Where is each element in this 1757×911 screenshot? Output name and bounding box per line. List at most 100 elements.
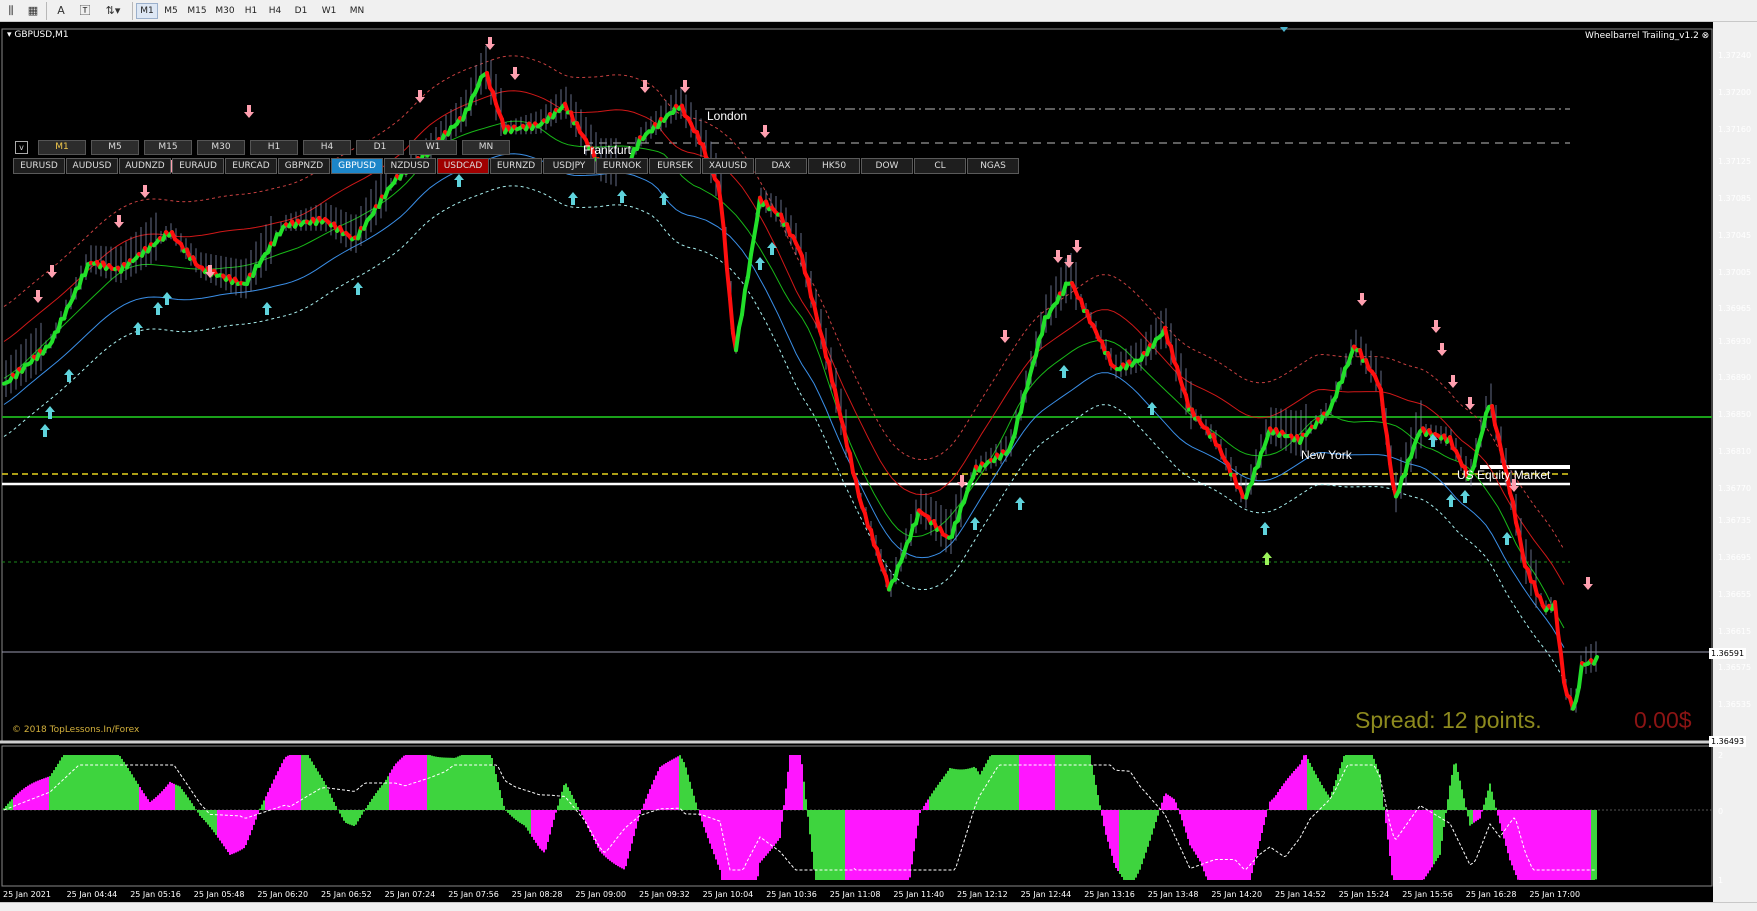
toolbar-tf-h1[interactable]: H1	[240, 3, 262, 19]
symbol-button-nzdusd[interactable]: NZDUSD	[384, 158, 436, 174]
trend-segment	[812, 302, 819, 321]
trend-segment	[806, 277, 813, 299]
low-price-tag: 1.36493	[1709, 736, 1747, 747]
symbol-button-gbpusd[interactable]: GBPUSD	[331, 158, 383, 174]
session-label-us-equity: US Equity Market	[1457, 468, 1551, 482]
time-tick: 25 Jan 14:20	[1211, 890, 1263, 899]
buy-arrow-icon	[617, 190, 627, 203]
toolbar-tf-d1[interactable]: D1	[288, 3, 314, 19]
symbol-button-hk50[interactable]: HK50	[808, 158, 860, 174]
trend-segment	[722, 229, 729, 272]
panel-tf-m1[interactable]: M1	[38, 140, 86, 155]
sell-arrow-icon	[1583, 577, 1593, 590]
buy-arrow-icon	[262, 302, 272, 315]
trend-segment	[1490, 404, 1497, 427]
price-tick: 1.37085	[1718, 194, 1752, 203]
buy-arrow-icon	[1260, 522, 1270, 535]
sell-arrow-icon	[244, 105, 254, 118]
symbol-button-eurnzd[interactable]: EURNZD	[490, 158, 542, 174]
buy-arrow-icon	[1015, 497, 1025, 510]
symbol-button-eurcad[interactable]: EURCAD	[225, 158, 277, 174]
lower-band	[3, 153, 1565, 648]
text-label-icon[interactable]: 🅃	[76, 3, 94, 19]
panel-tf-mn[interactable]: MN	[462, 140, 510, 155]
buy-arrow-icon	[133, 322, 143, 335]
toolbar-tf-w1[interactable]: W1	[316, 3, 342, 19]
chart-bars-icon[interactable]: ⫼	[2, 3, 20, 19]
buy-arrow-icon	[970, 517, 980, 530]
arrows-icon[interactable]: ⇅▾	[100, 3, 126, 19]
panel-toggle-button[interactable]: v	[15, 141, 28, 154]
symbol-button-euraud[interactable]: EURAUD	[172, 158, 224, 174]
trend-segment	[1577, 661, 1584, 689]
buy-arrow-icon	[767, 242, 777, 255]
time-tick: 25 Jan 09:32	[639, 890, 690, 899]
price-tick: 1.37125	[1718, 157, 1752, 166]
time-tick: 25 Jan 17:00	[1529, 890, 1581, 899]
symbol-button-ngas[interactable]: NGAS	[967, 158, 1019, 174]
panel-tf-h1[interactable]: H1	[250, 140, 298, 155]
time-tick: 25 Jan 13:48	[1147, 890, 1199, 899]
sell-arrow-icon	[33, 290, 43, 303]
symbol-button-eurnok[interactable]: EURNOK	[596, 158, 648, 174]
chart-tabs-strip	[0, 902, 1757, 911]
symbol-button-audusd[interactable]: AUDUSD	[66, 158, 118, 174]
indicator-close-icon[interactable]: ⊗	[1702, 31, 1710, 41]
symbol-button-dax[interactable]: DAX	[755, 158, 807, 174]
toolbar-tf-m30[interactable]: M30	[212, 3, 238, 19]
indicator-title: Wheelbarrel Trailing_v1.2 ⊗	[1585, 31, 1709, 41]
symbol-button-usdjpy[interactable]: USDJPY	[543, 158, 595, 174]
toolbar-tf-h4[interactable]: H4	[264, 3, 286, 19]
toolbar-tf-m5[interactable]: M5	[160, 3, 182, 19]
symbol-title-text: GBPUSD,M1	[14, 30, 69, 40]
osc-tick: 2	[1718, 751, 1724, 760]
sell-arrow-icon	[957, 475, 967, 488]
symbol-button-eursek[interactable]: EURSEK	[649, 158, 701, 174]
buy-arrow-icon	[1262, 552, 1272, 565]
symbol-button-usdcad[interactable]: USDCAD	[437, 158, 489, 174]
trend-segment	[1382, 416, 1389, 439]
toolbar-tf-m1[interactable]: M1	[136, 3, 158, 19]
symbol-button-xauusd[interactable]: XAUUSD	[702, 158, 754, 174]
trend-segment	[1025, 373, 1032, 391]
text-icon[interactable]: A	[52, 3, 70, 19]
toolbar-tf-mn[interactable]: MN	[344, 3, 370, 19]
trend-segment	[1592, 655, 1599, 666]
toolbar-tf-m15[interactable]: M15	[184, 3, 210, 19]
trend-segment	[1013, 415, 1020, 436]
trend-segment	[752, 217, 759, 240]
sell-arrow-icon	[47, 265, 57, 278]
price-tick: 1.36770	[1718, 484, 1752, 493]
trend-segment	[1520, 548, 1527, 569]
trend-segment	[1040, 315, 1047, 337]
symbol-button-dow[interactable]: DOW	[861, 158, 913, 174]
time-tick: 25 Jan 04:44	[66, 890, 118, 899]
trend-segment	[1379, 387, 1386, 421]
osc-tick: 0	[1718, 807, 1724, 816]
panel-tf-m5[interactable]: M5	[91, 140, 139, 155]
trend-segment	[1511, 500, 1518, 525]
buy-arrow-icon	[568, 192, 578, 205]
grid-icon[interactable]: ▦	[24, 3, 42, 19]
panel-tf-m15[interactable]: M15	[144, 140, 192, 155]
trend-segment	[725, 267, 732, 301]
panel-tf-m30[interactable]: M30	[197, 140, 245, 155]
trend-segment	[827, 361, 834, 384]
symbol-button-gbpnzd[interactable]: GBPNZD	[278, 158, 330, 174]
time-tick: 25 Jan 11:40	[893, 890, 945, 899]
panel-tf-w1[interactable]: W1	[409, 140, 457, 155]
price-tick: 1.37160	[1718, 125, 1752, 134]
trend-segment	[485, 71, 492, 90]
trend-segment	[716, 180, 723, 206]
symbol-button-audnzd[interactable]: AUDNZD	[119, 158, 171, 174]
trend-segment	[1250, 467, 1257, 485]
time-tick: 25 Jan 16:28	[1465, 890, 1517, 899]
trend-segment	[719, 201, 726, 234]
symbol-button-eurusd[interactable]: EURUSD	[13, 158, 65, 174]
trend-segment	[821, 338, 828, 359]
panel-tf-h4[interactable]: H4	[303, 140, 351, 155]
symbol-button-cl[interactable]: CL	[914, 158, 966, 174]
trend-segment	[1499, 447, 1506, 467]
buy-arrow-icon	[454, 174, 464, 187]
panel-tf-d1[interactable]: D1	[356, 140, 404, 155]
